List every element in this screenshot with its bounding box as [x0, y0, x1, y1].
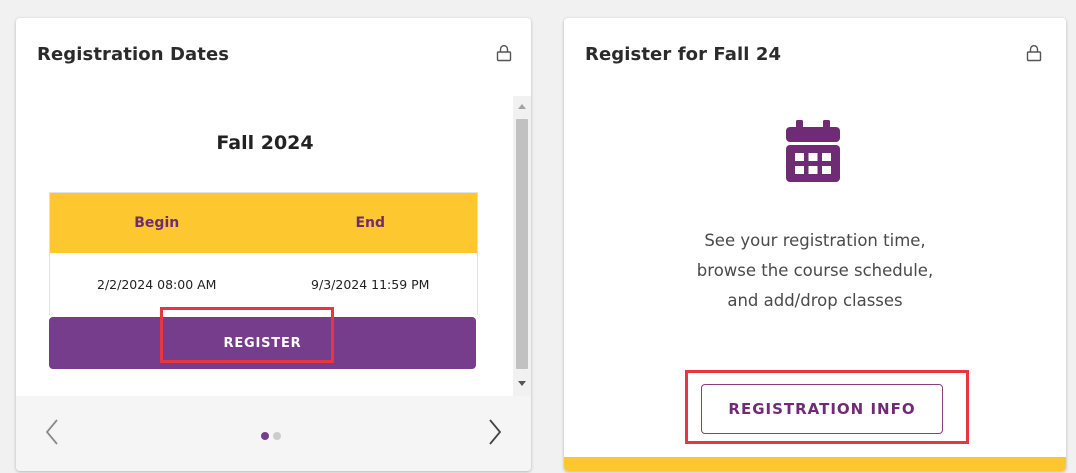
calendar-icon [786, 120, 840, 182]
pagination-dot-1[interactable] [261, 432, 269, 440]
register-button[interactable]: REGISTER [49, 317, 476, 369]
vertical-scrollbar[interactable] [513, 96, 531, 396]
lock-icon[interactable] [1026, 44, 1042, 62]
registration-description: See your registration time, browse the c… [564, 226, 1066, 316]
scroll-down-arrow-icon[interactable] [518, 381, 526, 386]
end-column-header: End [355, 215, 386, 231]
description-line: See your registration time, [704, 231, 926, 250]
card-bottom-accent-bar [564, 457, 1066, 471]
description-line: and add/drop classes [727, 291, 903, 310]
card-title: Registration Dates [37, 44, 230, 65]
table-row: 2/2/2024 08:00 AM 9/3/2024 11:59 PM [50, 253, 477, 315]
card-title: Register for Fall 24 [585, 44, 782, 65]
term-title: Fall 2024 [216, 132, 314, 154]
registration-info-button[interactable]: REGISTRATION INFO [701, 384, 943, 434]
description-line: browse the course schedule, [696, 261, 934, 280]
scroll-area[interactable]: Fall 2024 Begin End 2/2/2024 08:00 AM 9/… [16, 96, 531, 396]
scrollbar-thumb[interactable] [516, 119, 528, 369]
registration-dates-table: Begin End 2/2/2024 08:00 AM 9/3/2024 11:… [49, 192, 478, 315]
end-date-cell: 9/3/2024 11:59 PM [311, 276, 430, 292]
scroll-up-arrow-icon[interactable] [518, 104, 526, 109]
table-header-row: Begin End [50, 193, 477, 253]
register-fall-card: Register for Fall 24 See your registrati… [564, 18, 1066, 471]
begin-date-cell: 2/2/2024 08:00 AM [97, 276, 217, 292]
begin-column-header: Begin [134, 215, 180, 231]
card-footer-pagination [16, 396, 531, 471]
pagination-dots [261, 432, 281, 440]
chevron-left-icon[interactable] [45, 418, 59, 446]
lock-icon[interactable] [496, 44, 512, 62]
registration-dates-card: Registration Dates Fall 2024 Begin End 2… [16, 18, 531, 471]
chevron-right-icon[interactable] [488, 418, 502, 446]
pagination-dot-2[interactable] [273, 432, 281, 440]
